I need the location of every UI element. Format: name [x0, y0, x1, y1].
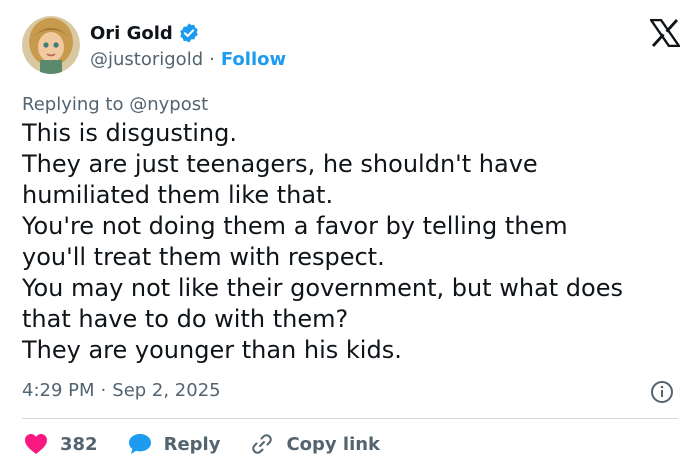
tweet-line: You may not like their government, but w… [22, 274, 623, 302]
author-handle-row: @justorigold · Follow [90, 49, 286, 70]
tweet-line: They are just teenagers, he shouldn't ha… [22, 150, 538, 178]
x-logo-icon[interactable] [648, 18, 682, 48]
tweet-header: Ori Gold @justorigold · Follow [22, 15, 682, 75]
separator-dot: · [209, 49, 215, 70]
link-icon [252, 434, 273, 454]
tweet-line: you'll treat them with respect. [22, 243, 385, 271]
separator-dot: · [100, 380, 107, 401]
author-name[interactable]: Ori Gold [90, 23, 173, 44]
follow-button[interactable]: Follow [221, 49, 286, 70]
action-bar: 382 Reply Copy link [24, 430, 410, 458]
verified-badge-icon [178, 22, 200, 44]
tweet-line: humiliated them like that. [22, 181, 334, 209]
divider [22, 418, 678, 419]
like-button[interactable]: 382 [24, 433, 98, 455]
author-name-row: Ori Gold [90, 22, 200, 44]
tweet-date: Sep 2, 2025 [112, 380, 221, 401]
author-handle[interactable]: @justorigold [90, 49, 203, 70]
tweet-text: This is disgusting. They are just teenag… [22, 118, 682, 366]
tweet-line: You're not doing them a favor by telling… [22, 212, 568, 240]
reply-bubble-icon [128, 434, 151, 454]
tweet-line: This is disgusting. [22, 119, 237, 147]
heart-icon [25, 434, 47, 454]
reply-label: Reply [163, 433, 221, 455]
like-count: 382 [60, 433, 98, 455]
tweet-line: that have to do with them? [22, 305, 349, 333]
replying-to: Replying to @nypost [22, 94, 208, 115]
tweet-line: They are younger than his kids. [22, 336, 402, 364]
replying-mention[interactable]: @nypost [129, 94, 208, 115]
tweet-timestamp[interactable]: 4:29 PM · Sep 2, 2025 [22, 380, 221, 401]
reply-button[interactable]: Reply [128, 433, 221, 455]
copy-link-button[interactable]: Copy link [250, 432, 380, 456]
info-icon[interactable] [650, 380, 674, 404]
replying-prefix: Replying to [22, 94, 124, 115]
copy-link-label: Copy link [286, 433, 381, 455]
avatar[interactable] [22, 16, 80, 74]
tweet-time: 4:29 PM [22, 380, 95, 401]
